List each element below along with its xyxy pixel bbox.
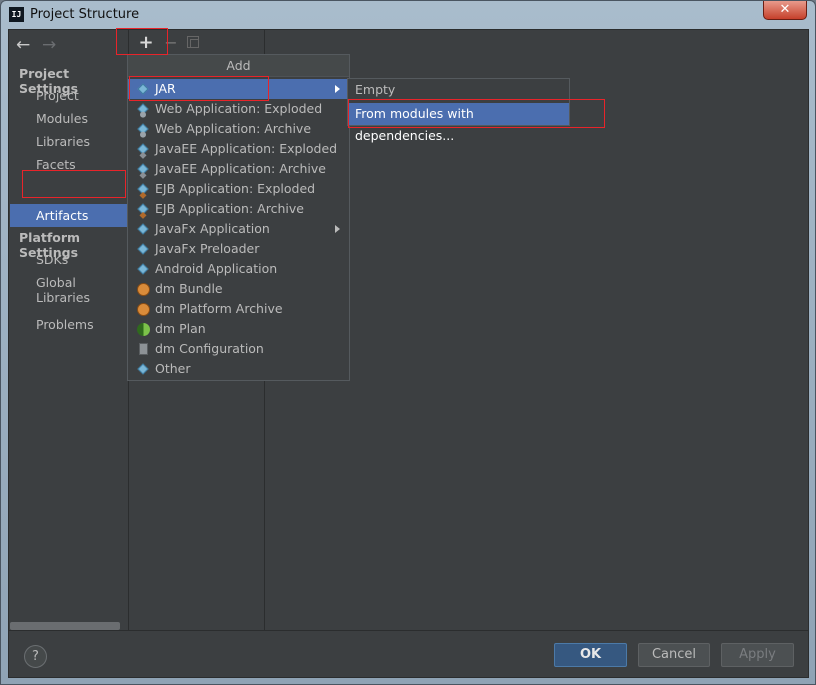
- other-icon: [137, 363, 149, 375]
- sidebar-item-libraries[interactable]: Libraries: [36, 134, 90, 149]
- javafx-icon: [137, 243, 149, 255]
- menu-item-dm-plan[interactable]: dm Plan: [128, 319, 349, 339]
- sidebar-item-modules[interactable]: Modules: [36, 111, 88, 126]
- web-app-icon: [137, 103, 149, 115]
- dm-bundle-icon: [137, 283, 150, 296]
- menu-item-android-application[interactable]: Android Application: [128, 259, 349, 279]
- menu-item-javafx-application[interactable]: JavaFx Application: [128, 219, 349, 239]
- menu-item-javaee-application-exploded[interactable]: JavaEE Application: Exploded: [128, 139, 349, 159]
- menu-item-label: Web Application: Archive: [155, 121, 312, 136]
- menu-item-label: JavaEE Application: Archive: [155, 161, 326, 176]
- menu-item-label: dm Plan: [155, 321, 206, 336]
- sidebar-item-facets[interactable]: Facets: [36, 157, 76, 172]
- javaee-app-icon: [137, 143, 149, 155]
- menu-item-label: dm Bundle: [155, 281, 223, 296]
- menu-item-javaee-application-archive[interactable]: JavaEE Application: Archive: [128, 159, 349, 179]
- menu-item-label: dm Platform Archive: [155, 301, 283, 316]
- sidebar-item-project[interactable]: Project: [36, 88, 79, 103]
- dm-configuration-icon: [137, 343, 149, 355]
- menu-item-javafx-preloader[interactable]: JavaFx Preloader: [128, 239, 349, 259]
- dm-platform-archive-icon: [137, 303, 150, 316]
- menu-item-label: JavaFx Application: [155, 221, 270, 236]
- back-arrow-icon[interactable]: ←: [16, 35, 30, 55]
- ejb-app-icon: [137, 203, 149, 215]
- menu-item-ejb-application-archive[interactable]: EJB Application: Archive: [128, 199, 349, 219]
- sidebar-item-artifacts[interactable]: Artifacts: [10, 204, 129, 227]
- footer-divider: [9, 630, 809, 631]
- title-bar[interactable]: IJ Project Structure ✕: [1, 1, 815, 29]
- menu-item-label: Android Application: [155, 261, 278, 276]
- menu-item-jar[interactable]: JAR: [128, 79, 349, 99]
- menu-item-label: EJB Application: Exploded: [155, 181, 316, 196]
- close-window-button[interactable]: ✕: [763, 1, 807, 20]
- intellij-app-icon: IJ: [9, 7, 24, 22]
- copy-icon[interactable]: [187, 36, 199, 48]
- jar-submenu: Empty From modules with dependencies...: [347, 78, 570, 143]
- sidebar-item-sdks[interactable]: SDKs: [36, 252, 68, 267]
- menu-item-label: JavaFx Preloader: [155, 241, 260, 256]
- menu-item-label: Other: [155, 361, 191, 376]
- sidebar-horizontal-scrollbar[interactable]: [10, 622, 120, 630]
- add-artifact-button[interactable]: +: [136, 32, 156, 54]
- menu-item-other[interactable]: Other: [128, 359, 349, 379]
- menu-item-dm-platform-archive[interactable]: dm Platform Archive: [128, 299, 349, 319]
- forward-arrow-icon[interactable]: →: [42, 35, 56, 55]
- menu-item-label: EJB Application: Archive: [155, 201, 304, 216]
- menu-item-web-application-exploded[interactable]: Web Application: Exploded: [128, 99, 349, 119]
- add-artifact-menu: Add JAR Web Application: Exploded Web Ap…: [127, 54, 350, 381]
- menu-item-dm-bundle[interactable]: dm Bundle: [128, 279, 349, 299]
- help-button[interactable]: ?: [24, 645, 47, 668]
- sidebar-item-problems[interactable]: Problems: [36, 317, 94, 332]
- settings-sidebar: Project Settings Project Modules Librari…: [9, 60, 129, 630]
- menu-item-label: Web Application: Exploded: [155, 101, 323, 116]
- menu-item-label: JAR: [155, 81, 176, 96]
- remove-artifact-button[interactable]: −: [164, 32, 178, 54]
- android-icon: [137, 263, 149, 275]
- submenu-item-empty[interactable]: Empty: [348, 79, 569, 101]
- menu-item-web-application-archive[interactable]: Web Application: Archive: [128, 119, 349, 139]
- add-menu-title: Add: [128, 55, 349, 77]
- submenu-arrow-icon: [335, 225, 340, 233]
- sidebar-item-label: Artifacts: [36, 208, 89, 223]
- submenu-arrow-icon: [335, 85, 340, 93]
- window-title: Project Structure: [30, 7, 140, 22]
- jar-icon: [137, 83, 149, 95]
- submenu-item-from-modules-with-dependencies[interactable]: From modules with dependencies...: [348, 103, 569, 143]
- menu-item-ejb-application-exploded[interactable]: EJB Application: Exploded: [128, 179, 349, 199]
- ok-button[interactable]: OK: [554, 643, 627, 667]
- apply-button[interactable]: Apply: [721, 643, 794, 667]
- javaee-app-icon: [137, 163, 149, 175]
- dm-plan-icon: [137, 323, 150, 336]
- ejb-app-icon: [137, 183, 149, 195]
- web-app-icon: [137, 123, 149, 135]
- sidebar-item-global-libraries[interactable]: Global Libraries: [36, 275, 129, 305]
- menu-item-dm-configuration[interactable]: dm Configuration: [128, 339, 349, 359]
- menu-item-label: dm Configuration: [155, 341, 264, 356]
- javafx-icon: [137, 223, 149, 235]
- menu-item-label: JavaEE Application: Exploded: [155, 141, 338, 156]
- cancel-button[interactable]: Cancel: [638, 643, 710, 667]
